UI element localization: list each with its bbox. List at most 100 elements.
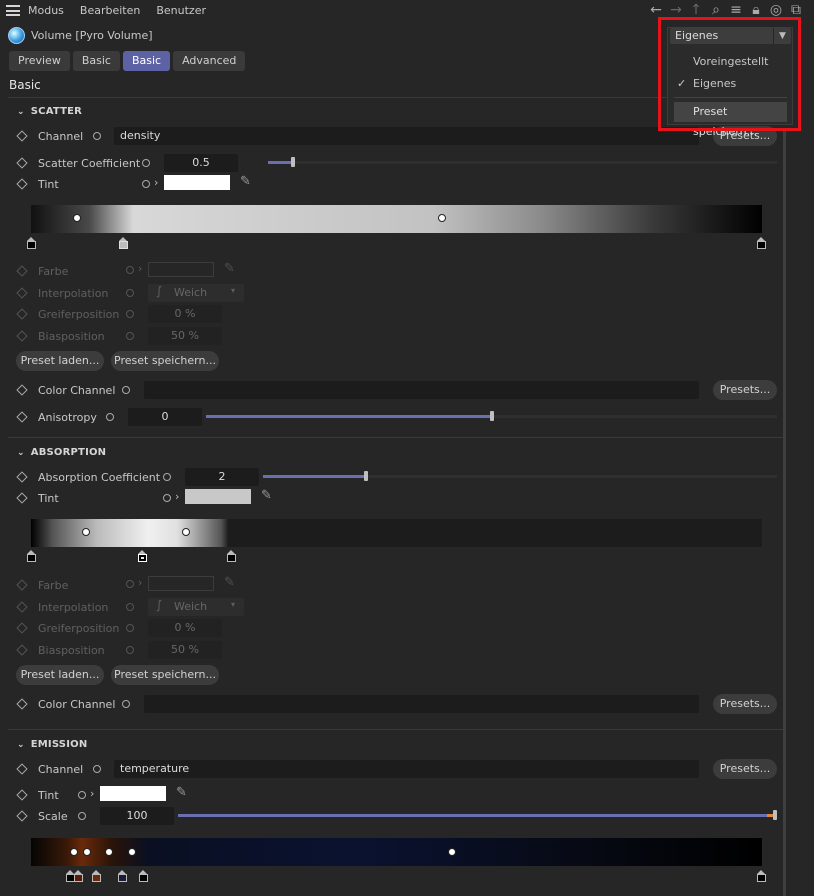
up-arrow-icon[interactable]: ↑ bbox=[688, 2, 704, 18]
eyedropper-icon[interactable]: ✎ bbox=[240, 174, 251, 189]
emission-scale-input[interactable]: 100 bbox=[100, 807, 174, 825]
scatter-coef-slider[interactable] bbox=[268, 157, 777, 167]
animate-circle-icon[interactable] bbox=[93, 132, 101, 140]
slider-knob[interactable] bbox=[773, 810, 777, 820]
color-channel-presets-button[interactable]: Presets... bbox=[713, 380, 777, 400]
preset-load-button[interactable]: Preset laden... bbox=[16, 351, 104, 371]
chevron-right-icon[interactable]: › bbox=[90, 787, 94, 800]
scatter-channel-field[interactable]: density bbox=[114, 127, 699, 145]
emission-section-header[interactable]: ⌄ EMISSION bbox=[17, 739, 87, 750]
slider-knob[interactable] bbox=[363, 471, 368, 481]
gradient-bias-dot[interactable] bbox=[73, 214, 81, 222]
lock-icon[interactable]: 🔒︎ bbox=[748, 2, 764, 18]
back-arrow-icon[interactable]: ← bbox=[648, 2, 664, 18]
keyframe-diamond-icon[interactable] bbox=[16, 411, 28, 423]
hamburger-menu-icon[interactable] bbox=[6, 5, 20, 16]
keyframe-diamond-icon[interactable] bbox=[16, 810, 28, 822]
gradient-knot-handle[interactable] bbox=[757, 237, 766, 249]
animate-circle-icon[interactable] bbox=[142, 159, 150, 167]
absorption-coef-slider[interactable] bbox=[263, 471, 777, 481]
color-channel-field[interactable] bbox=[144, 381, 699, 399]
slider-knob[interactable] bbox=[291, 157, 296, 167]
scatter-coef-input[interactable]: 0.5 bbox=[164, 154, 238, 172]
gradient-bias-dot[interactable] bbox=[182, 528, 190, 536]
scatter-gradient[interactable] bbox=[31, 205, 762, 233]
keyframe-diamond-icon[interactable] bbox=[16, 178, 28, 190]
search-icon[interactable]: ⌕ bbox=[708, 2, 724, 18]
gradient-knot-handle[interactable] bbox=[92, 870, 101, 882]
scatter-coef-label: Scatter Coefficient bbox=[38, 156, 141, 170]
anisotropy-slider[interactable] bbox=[206, 411, 777, 421]
gradient-bias-dot[interactable] bbox=[128, 848, 136, 856]
menu-benutzer[interactable]: Benutzer bbox=[156, 4, 206, 17]
emission-tint-swatch[interactable] bbox=[100, 786, 166, 801]
keyframe-diamond-icon[interactable] bbox=[16, 130, 28, 142]
gradient-knot-handle[interactable] bbox=[27, 550, 36, 562]
gradient-bias-dot[interactable] bbox=[83, 848, 91, 856]
new-window-icon[interactable]: ⧉ bbox=[788, 2, 804, 18]
animate-circle-icon[interactable] bbox=[122, 386, 130, 394]
emission-scale-slider[interactable] bbox=[178, 810, 777, 820]
preset-save-button[interactable]: Preset speichern... bbox=[111, 351, 219, 371]
slider-knob[interactable] bbox=[489, 411, 494, 421]
keyframe-diamond-icon[interactable] bbox=[16, 157, 28, 169]
greiferposition-input: 0 % bbox=[148, 305, 222, 323]
tab-basic-active[interactable]: Basic bbox=[122, 51, 171, 71]
gradient-bias-dot[interactable] bbox=[82, 528, 90, 536]
target-icon[interactable]: ◎ bbox=[768, 2, 784, 18]
preset-save-button[interactable]: Preset speichern... bbox=[111, 665, 219, 685]
color-channel-field[interactable] bbox=[144, 695, 699, 713]
gradient-knot-handle[interactable] bbox=[74, 870, 83, 882]
emission-gradient[interactable] bbox=[31, 838, 762, 866]
color-channel-presets-button[interactable]: Presets... bbox=[713, 694, 777, 714]
gradient-knot-handle[interactable] bbox=[227, 550, 236, 562]
animate-circle-icon[interactable] bbox=[142, 180, 150, 188]
keyframe-diamond-icon[interactable] bbox=[16, 789, 28, 801]
animate-circle-icon[interactable] bbox=[78, 791, 86, 799]
keyframe-diamond-icon[interactable] bbox=[16, 698, 28, 710]
chevron-right-icon[interactable]: › bbox=[175, 490, 179, 503]
tab-preview[interactable]: Preview bbox=[9, 51, 70, 71]
menu-bearbeiten[interactable]: Bearbeiten bbox=[80, 4, 140, 17]
scrollbar[interactable] bbox=[783, 130, 786, 896]
emission-presets-button[interactable]: Presets... bbox=[713, 759, 777, 779]
scatter-tint-swatch[interactable] bbox=[164, 175, 230, 190]
animate-circle-icon[interactable] bbox=[163, 494, 171, 502]
keyframe-diamond-icon[interactable] bbox=[16, 763, 28, 775]
gradient-knot-handle[interactable] bbox=[118, 870, 127, 882]
keyframe-diamond-icon[interactable] bbox=[16, 471, 28, 483]
gradient-knot-handle[interactable] bbox=[138, 550, 147, 562]
animate-circle-icon[interactable] bbox=[93, 765, 101, 773]
gradient-knot-handle[interactable] bbox=[139, 870, 148, 882]
gradient-bias-dot[interactable] bbox=[105, 848, 113, 856]
animate-circle-icon[interactable] bbox=[163, 473, 171, 481]
forward-arrow-icon[interactable]: → bbox=[668, 2, 684, 18]
gradient-knot-handle[interactable] bbox=[27, 237, 36, 249]
absorption-section-header[interactable]: ⌄ ABSORPTION bbox=[17, 447, 106, 458]
eyedropper-icon[interactable]: ✎ bbox=[261, 488, 272, 503]
menu-modus[interactable]: Modus bbox=[28, 4, 64, 17]
tab-advanced[interactable]: Advanced bbox=[173, 51, 246, 71]
keyframe-diamond-icon[interactable] bbox=[16, 384, 28, 396]
filter-icon[interactable]: ≡ bbox=[728, 2, 744, 18]
keyframe-diamond-icon[interactable] bbox=[16, 492, 28, 504]
animate-circle-icon[interactable] bbox=[106, 413, 114, 421]
anisotropy-input[interactable]: 0 bbox=[128, 408, 202, 426]
tab-basic-object[interactable]: Basic bbox=[72, 51, 120, 71]
gradient-bias-dot[interactable] bbox=[448, 848, 456, 856]
absorption-gradient[interactable] bbox=[31, 519, 762, 547]
gradient-bias-dot[interactable] bbox=[70, 848, 78, 856]
emission-channel-field[interactable]: temperature bbox=[114, 760, 699, 778]
eyedropper-icon[interactable]: ✎ bbox=[176, 785, 187, 800]
preset-load-button[interactable]: Preset laden... bbox=[16, 665, 104, 685]
animate-circle-icon[interactable] bbox=[122, 700, 130, 708]
chevron-right-icon[interactable]: › bbox=[154, 176, 158, 189]
gradient-knot-handle[interactable] bbox=[119, 237, 128, 249]
scatter-section-header[interactable]: ⌄ SCATTER bbox=[17, 106, 82, 117]
scatter-channel-row: Channel bbox=[16, 127, 83, 145]
gradient-knot-handle[interactable] bbox=[757, 870, 766, 882]
gradient-bias-dot[interactable] bbox=[438, 214, 446, 222]
absorption-tint-swatch[interactable] bbox=[185, 489, 251, 504]
animate-circle-icon[interactable] bbox=[78, 812, 86, 820]
absorption-coef-input[interactable]: 2 bbox=[185, 468, 259, 486]
